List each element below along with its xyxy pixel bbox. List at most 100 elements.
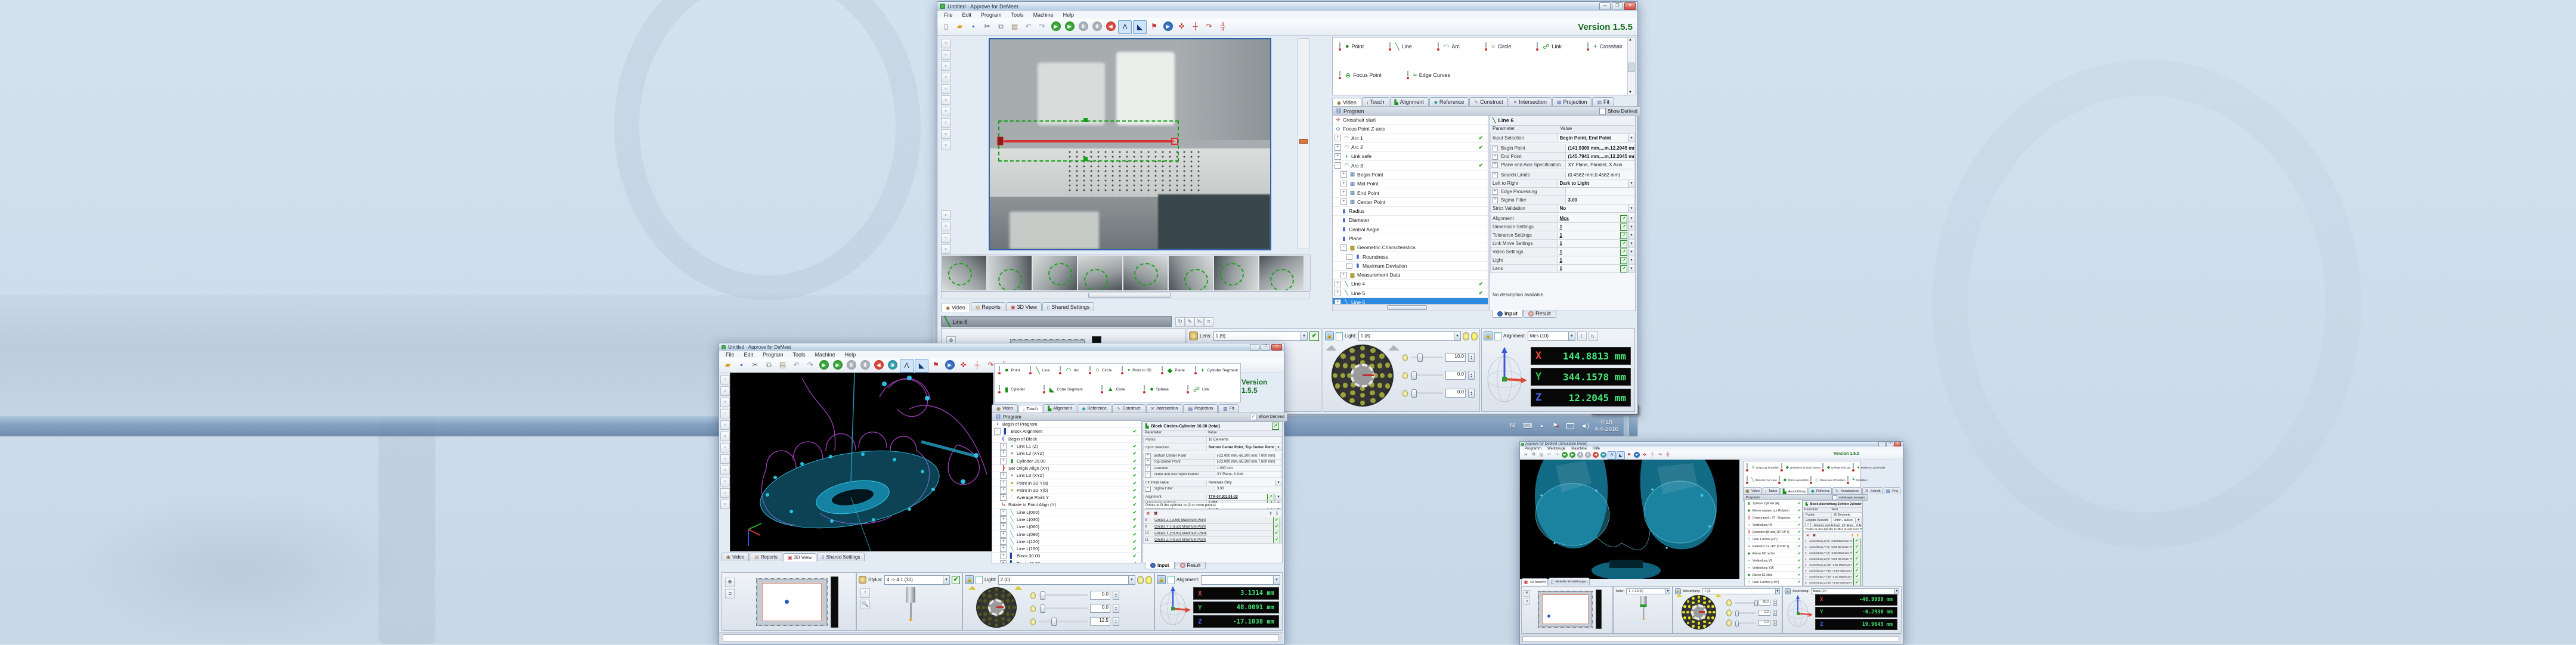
slider-value[interactable]: 0.0 <box>1090 591 1110 600</box>
tab-video[interactable]: ◉Video <box>941 303 970 312</box>
dropdown-arrow[interactable]: ▼ <box>1628 256 1634 264</box>
light-dropdown[interactable]: 2 (0)▼ <box>998 575 1135 585</box>
filmstrip-thumbnail[interactable] <box>1078 256 1122 290</box>
goto-element-icon[interactable]: ↗ <box>1620 240 1627 247</box>
flag-icon[interactable]: ▫ <box>720 488 730 498</box>
toolbar-redo-icon[interactable]: ↷ <box>1553 451 1561 458</box>
snapshot-icon[interactable]: ▫ <box>720 375 730 384</box>
action-center-icon[interactable]: ⚑✕ <box>1552 421 1561 430</box>
slider-thumb[interactable] <box>1735 610 1739 616</box>
property-value[interactable]: 1 <box>1557 256 1620 264</box>
goto-element-icon[interactable]: ↗ <box>1620 224 1627 231</box>
tree-row[interactable]: +▦End Point <box>1333 188 1488 197</box>
dropdown-arrow[interactable]: ▼ <box>1628 215 1634 222</box>
goto-icon[interactable]: ➲ <box>725 589 735 599</box>
goto-icon[interactable]: ➲ <box>1524 599 1530 605</box>
expander[interactable]: - <box>1340 244 1347 251</box>
toolbar-measure-icon[interactable]: Λ <box>1608 451 1616 460</box>
bulb-off-icon[interactable] <box>1137 576 1144 584</box>
point-reference[interactable]: Ausrichtung Z (30) -3.50 Maximum Punkt <box>1809 563 1852 566</box>
expander[interactable]: + <box>1000 545 1007 552</box>
palette-tool-plane[interactable]: ◆Plane <box>1160 366 1185 374</box>
filmstrip-thumbnail[interactable] <box>1259 256 1304 290</box>
property-row[interactable]: Light1↗▼ <box>1490 256 1635 265</box>
menu-item-file[interactable]: File <box>940 11 957 18</box>
dropdown-arrow[interactable]: ▼ <box>1628 240 1634 247</box>
property-value[interactable]: No <box>1557 204 1628 212</box>
toolbar-stop-icon[interactable]: ◀ <box>872 359 885 371</box>
point-reference[interactable]: Ausrichtung Y (30) -3.50 Maximum Punkt <box>1809 575 1852 578</box>
show-derived-checkbox[interactable]: Show Derived <box>1599 108 1637 114</box>
expander[interactable]: - <box>994 428 1001 435</box>
delete-all-points-button[interactable]: ✖ <box>1154 511 1158 516</box>
tree-row[interactable]: ↳Referenz zur -45° [STOP 1]✔ <box>1745 543 1802 550</box>
tab-touch[interactable]: ¡Touch <box>1018 405 1042 413</box>
ring-light-control[interactable] <box>976 587 1017 628</box>
property-row[interactable]: Video Settings1↗▼ <box>1490 248 1635 256</box>
expander[interactable]: + <box>1000 494 1007 501</box>
menu-item-program[interactable]: Program <box>977 11 1006 18</box>
palette-tool-referenz-zum-punkt[interactable]: ●Referenz zum Punkt <box>1851 463 1885 472</box>
fit-point-row[interactable]: 11Circles Z (+3.50) Minimum Point✔ <box>1143 537 1282 544</box>
bulb-off-icon[interactable] <box>1463 332 1469 340</box>
expander[interactable]: + <box>1145 472 1151 478</box>
toolbar-new-icon[interactable]: ▯ <box>940 20 952 33</box>
dropdown-arrow[interactable]: ▼ <box>1275 445 1281 451</box>
toolbar-pause-at-icon[interactable]: ‖ <box>859 359 871 371</box>
taster-dropdown[interactable]: 1 -> 1.3 (0)▼ <box>1626 588 1670 594</box>
titlebar[interactable]: Untitled - Approve for DeMeet — ❐ ✕ <box>719 343 1284 352</box>
show-derived-checkbox[interactable]: ✓Show Derived <box>1250 414 1284 420</box>
property-row[interactable]: +Plane and Axis SpecificationXY Plane, X… <box>1143 472 1282 479</box>
slider-spinner[interactable]: ▲▼ <box>1113 591 1119 600</box>
scroll-up-arrow[interactable]: ▲ <box>1628 38 1632 42</box>
expander[interactable]: + <box>1492 197 1498 203</box>
lens-apply-check-icon[interactable]: ✔ <box>1309 331 1319 341</box>
taskbar-clock[interactable]: 9:48 4-4-2016 <box>1594 420 1618 433</box>
settings-page-icon[interactable] <box>976 576 983 584</box>
palette-tool-circle[interactable]: ○Circle <box>1484 42 1512 51</box>
dropdown-arrow[interactable]: ▼ <box>1628 265 1634 272</box>
tree-row[interactable]: ◆Ebene M3 rechts✔ <box>1745 550 1802 557</box>
property-row[interactable]: Fit Initial ValueNominals Only▼ <box>1143 480 1282 486</box>
property-row[interactable]: +Sigma Filter3.00 <box>1143 486 1282 493</box>
settings-page-icon[interactable] <box>1168 576 1175 584</box>
palette-tool-point-in-3d[interactable]: •Point in 3D <box>1120 366 1151 374</box>
show-derived-checkbox[interactable]: Ableitungen anzeigen <box>1832 495 1865 500</box>
lens-dropdown[interactable]: 1 (9)▼ <box>1213 331 1308 341</box>
tree-row[interactable]: +∴Average Point Y✔ <box>992 494 1141 501</box>
fit-point-row[interactable]: 8Circles Z (-3.50) Maximum Point✔ <box>1143 517 1282 524</box>
palette-tool-arc[interactable]: ◠Arc <box>1436 42 1460 51</box>
tree-row[interactable]: +╲Line L(150)✔ <box>992 545 1141 553</box>
dropdown-arrow[interactable]: ▼ <box>1855 518 1862 523</box>
toolbar-run-selected-icon[interactable]: ▶ <box>1063 20 1076 33</box>
toolbar-run-icon[interactable]: ▶ <box>818 359 830 371</box>
menu-item-tools[interactable]: Tools <box>789 351 810 358</box>
tab-konstruieren[interactable]: ✎Konstruieren <box>1832 487 1862 494</box>
property-row[interactable]: Input SelectionBottom Center Point, Top … <box>1143 445 1282 452</box>
delete-point-button[interactable]: ✕ <box>1806 534 1809 538</box>
property-value[interactable]: Mcs <box>1557 215 1620 222</box>
expander[interactable]: + <box>1145 466 1151 472</box>
dropdown-arrow[interactable]: ▼ <box>1628 248 1634 256</box>
lock-icon[interactable]: 🔒 <box>965 575 974 584</box>
dropdown-arrow[interactable]: ▼ <box>1275 494 1281 500</box>
property-value[interactable]: 1 <box>1557 231 1620 239</box>
toolbar-undo-icon[interactable]: ↶ <box>1022 20 1035 33</box>
slider-spinner[interactable]: ▲▼ <box>1113 617 1119 626</box>
tree-row[interactable]: ◖Verbindung V9✔ <box>1745 557 1802 565</box>
slider-value[interactable]: 0.0 <box>1445 371 1466 380</box>
magnet-icon[interactable]: ▫ <box>941 61 950 71</box>
tab-input[interactable]: Input <box>1145 562 1175 569</box>
expander[interactable]: + <box>1000 516 1007 523</box>
joystick-icon[interactable]: ✥ <box>725 578 735 587</box>
tree-row[interactable]: -▌Block Alignment✔ <box>992 428 1141 435</box>
tab-shared-settings[interactable]: ▯Shared Settings <box>817 553 865 561</box>
restore-button[interactable]: ❐ <box>1261 344 1270 351</box>
tree-hscrollbar[interactable] <box>1332 304 1488 311</box>
toolbar-copy-icon[interactable]: ⧉ <box>995 20 1007 33</box>
property-row[interactable]: +Diameter1.000 mm <box>1143 466 1282 472</box>
tree-row[interactable]: ▮Central Angle <box>1333 225 1488 234</box>
rotate-right-arrow[interactable] <box>1014 586 1022 594</box>
palette-tool-ebene-aus-3-punkten[interactable]: ◇Ebene aus 3 Punkten <box>1809 476 1845 484</box>
camera-video-view[interactable] <box>989 38 1271 250</box>
